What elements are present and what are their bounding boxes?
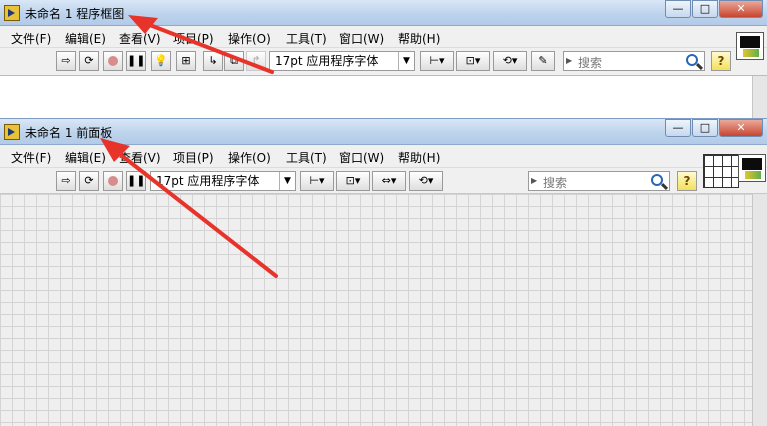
distribute-icon[interactable]: ⊡▾ [336, 171, 370, 191]
align-icon[interactable]: ⊢▾ [420, 51, 454, 71]
front-panel-canvas[interactable] [0, 194, 752, 426]
minimize-button[interactable]: — [665, 0, 691, 18]
run-continuous-icon[interactable]: ⟳ [79, 51, 99, 71]
maximize-button[interactable]: □ [692, 119, 718, 137]
window-controls: — □ ✕ [664, 0, 763, 18]
front-panel-scrollbar[interactable] [752, 194, 767, 426]
front-panel-titlebar[interactable]: 未命名 1 前面板 — □ ✕ [0, 119, 767, 145]
block-diagram-window: 未命名 1 程序框图 — □ ✕ 文件(F) 编辑(E) 查看(V) 项目(P)… [0, 0, 767, 118]
menu-view[interactable]: 查看(V) [119, 149, 161, 166]
menu-view[interactable]: 查看(V) [119, 30, 161, 47]
abort-icon[interactable] [103, 51, 123, 71]
align-icon[interactable]: ⊢▾ [300, 171, 334, 191]
menu-help[interactable]: 帮助(H) [398, 149, 440, 166]
close-button[interactable]: ✕ [719, 0, 763, 18]
menu-file[interactable]: 文件(F) [11, 30, 51, 47]
front-panel-menubar: 文件(F) 编辑(E) 查看(V) 项目(P) 操作(O) 工具(T) 窗口(W… [0, 145, 767, 168]
menu-help[interactable]: 帮助(H) [398, 30, 440, 47]
menu-window[interactable]: 窗口(W) [339, 30, 384, 47]
pause-icon[interactable]: ❚❚ [126, 51, 146, 71]
vi-icon[interactable] [738, 154, 766, 182]
labview-app-icon [4, 124, 20, 140]
block-diagram-title: 未命名 1 程序框图 [25, 7, 125, 21]
pause-icon[interactable]: ❚❚ [126, 171, 146, 191]
step-over-icon[interactable]: ⧉ [224, 51, 244, 71]
minimize-button[interactable]: — [665, 119, 691, 137]
run-arrow-icon[interactable]: ⇨ [56, 171, 76, 191]
vi-icon[interactable] [736, 32, 764, 60]
help-icon[interactable]: ? [677, 171, 697, 191]
distribute-icon[interactable]: ⊡▾ [456, 51, 490, 71]
search-menu-icon: ▶ [531, 176, 538, 185]
maximize-button[interactable]: □ [692, 0, 718, 18]
reorder-icon[interactable]: ⟲▾ [493, 51, 527, 71]
font-select[interactable]: 17pt 应用程序字体 ▼ [150, 171, 296, 191]
search-menu-icon: ▶ [566, 56, 573, 65]
highlight-bulb-icon[interactable]: 💡 [151, 51, 171, 71]
font-select-value: 17pt 应用程序字体 [275, 54, 379, 68]
window-controls: — □ ✕ [664, 119, 763, 137]
menu-file[interactable]: 文件(F) [11, 149, 51, 166]
front-panel-toolbar: ⇨ ⟳ ❚❚ 17pt 应用程序字体 ▼ ⊢▾ ⊡▾ ⇔▾ ⟲▾ ▶ 搜索 ? [0, 154, 767, 194]
reorder-icon[interactable]: ⟲▾ [409, 171, 443, 191]
block-diagram-canvas[interactable] [0, 76, 752, 118]
menu-edit[interactable]: 编辑(E) [65, 30, 106, 47]
search-icon [651, 174, 663, 186]
menu-tools[interactable]: 工具(T) [286, 149, 327, 166]
help-icon[interactable]: ? [711, 51, 731, 71]
chevron-down-icon: ▼ [398, 52, 414, 70]
menu-window[interactable]: 窗口(W) [339, 149, 384, 166]
menu-operate[interactable]: 操作(O) [228, 30, 271, 47]
close-button[interactable]: ✕ [719, 119, 763, 137]
menu-operate[interactable]: 操作(O) [228, 149, 271, 166]
menu-project[interactable]: 项目(P) [173, 149, 214, 166]
abort-icon[interactable] [103, 171, 123, 191]
menu-edit[interactable]: 编辑(E) [65, 149, 106, 166]
menu-tools[interactable]: 工具(T) [286, 30, 327, 47]
search-input[interactable]: ▶ 搜索 [528, 171, 670, 191]
resize-icon[interactable]: ⇔▾ [372, 171, 406, 191]
search-input[interactable]: ▶ 搜索 [563, 51, 705, 71]
front-panel-title: 未命名 1 前面板 [25, 126, 113, 140]
run-arrow-icon[interactable]: ⇨ [56, 51, 76, 71]
search-placeholder: 搜索 [578, 56, 603, 70]
run-continuous-icon[interactable]: ⟳ [79, 171, 99, 191]
font-select[interactable]: 17pt 应用程序字体 ▼ [269, 51, 415, 71]
block-diagram-titlebar[interactable]: 未命名 1 程序框图 — □ ✕ [0, 0, 767, 26]
step-out-icon[interactable]: ↱ [246, 51, 266, 71]
search-icon [686, 54, 698, 66]
chevron-down-icon: ▼ [279, 172, 295, 190]
front-panel-window: 未命名 1 前面板 — □ ✕ 文件(F) 编辑(E) 查看(V) 项目(P) … [0, 118, 767, 426]
menu-project[interactable]: 项目(P) [173, 30, 214, 47]
block-diagram-menubar: 文件(F) 编辑(E) 查看(V) 项目(P) 操作(O) 工具(T) 窗口(W… [0, 26, 767, 48]
search-placeholder: 搜索 [543, 176, 568, 190]
connector-pane[interactable] [703, 154, 739, 188]
block-diagram-scrollbar[interactable] [752, 76, 767, 118]
font-select-value: 17pt 应用程序字体 [156, 174, 260, 188]
cleanup-icon[interactable]: ✎ [531, 51, 555, 71]
labview-app-icon [4, 5, 20, 21]
block-diagram-toolbar: ⇨ ⟳ ❚❚ 💡 ⊞ ↳ ⧉ ↱ 17pt 应用程序字体 ▼ ⊢▾ ⊡▾ ⟲▾ … [0, 32, 767, 76]
retain-wire-icon[interactable]: ⊞ [176, 51, 196, 71]
step-into-icon[interactable]: ↳ [203, 51, 223, 71]
